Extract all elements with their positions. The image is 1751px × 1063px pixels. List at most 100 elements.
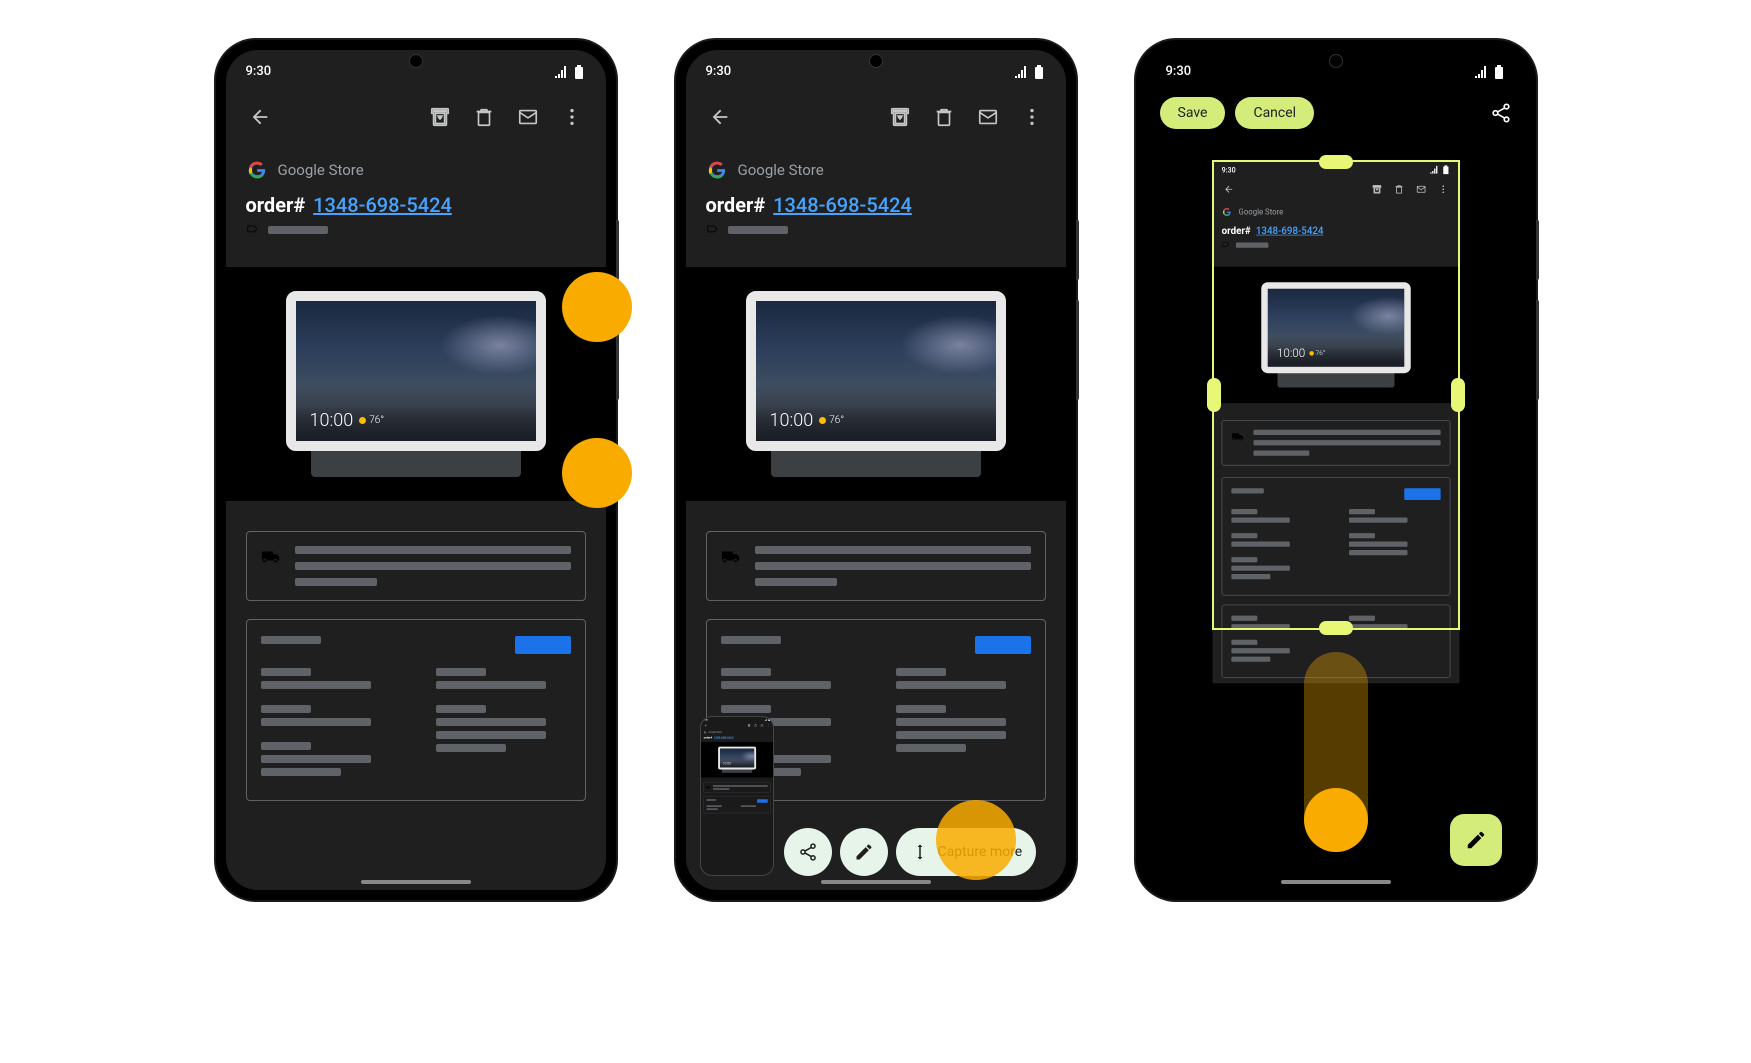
nest-hub-time: 10:00 xyxy=(770,410,814,431)
signal-icon xyxy=(1014,65,1028,79)
sender-name: Google Store xyxy=(278,161,364,179)
nest-hub-temp: 76° xyxy=(829,415,844,426)
skel-line xyxy=(261,668,311,676)
edit-screenshot-button[interactable] xyxy=(840,828,888,876)
sender-row: Google Store xyxy=(246,159,586,181)
status-time: 9:30 xyxy=(1166,64,1192,79)
app-bar xyxy=(226,87,606,147)
drag-gesture-thumb xyxy=(1304,788,1368,852)
order-number-link[interactable]: 1348-698-5424 xyxy=(313,193,452,217)
shipping-card xyxy=(706,531,1046,601)
edit-fab[interactable] xyxy=(1450,814,1502,866)
status-time: 9:30 xyxy=(706,64,732,79)
details-card xyxy=(246,619,586,801)
share-icon[interactable] xyxy=(1490,102,1512,124)
screenshot-thumbnail[interactable]: 9:30 Google Storeorder#1348-698-5424 10:… xyxy=(700,716,774,876)
delete-button[interactable] xyxy=(466,99,502,135)
cancel-button[interactable]: Cancel xyxy=(1235,97,1314,129)
app-bar xyxy=(686,87,1066,147)
skel-line xyxy=(436,744,506,752)
archive-button[interactable] xyxy=(882,99,918,135)
mail-button[interactable] xyxy=(510,99,546,135)
subject-row: order# 1348-698-5424 xyxy=(246,193,586,217)
order-number-link[interactable]: 1348-698-5424 xyxy=(773,193,912,217)
skel-line xyxy=(436,681,546,689)
nav-bar[interactable] xyxy=(1281,880,1391,884)
label-icon xyxy=(246,223,260,237)
skel-line xyxy=(295,562,571,570)
back-button[interactable] xyxy=(242,99,278,135)
skel-line xyxy=(261,636,321,644)
email-content: Google Store order# 1348-698-5424 xyxy=(226,147,606,267)
skel-line xyxy=(261,718,371,726)
battery-icon xyxy=(572,65,586,79)
drag-gesture-track xyxy=(1304,652,1368,852)
truck-icon xyxy=(721,548,741,564)
crop-canvas: 9:30 Google Storeorder#1348-698-5424 10:… xyxy=(1146,140,1526,890)
skel-line xyxy=(295,578,378,586)
skel-line xyxy=(261,768,341,776)
nest-hub-temp: 76° xyxy=(369,415,384,426)
label-placeholder xyxy=(268,226,328,234)
delete-button[interactable] xyxy=(926,99,962,135)
camera-cutout xyxy=(1329,54,1343,68)
label-placeholder xyxy=(728,226,788,234)
order-prefix: order# xyxy=(706,193,766,217)
screen-3: 9:30 Save Cancel 9:30 Google Storeorder#… xyxy=(1146,50,1526,890)
sender-name: Google Store xyxy=(738,161,824,179)
skel-line xyxy=(261,742,311,750)
mail-button[interactable] xyxy=(970,99,1006,135)
status-icons xyxy=(1014,65,1046,79)
label-row xyxy=(246,223,586,237)
action-button[interactable] xyxy=(975,636,1031,654)
share-screenshot-button[interactable] xyxy=(784,828,832,876)
touch-indicator-power xyxy=(562,438,632,508)
phone-frame-3: 9:30 Save Cancel 9:30 Google Storeorder#… xyxy=(1136,40,1536,900)
back-button[interactable] xyxy=(702,99,738,135)
product-image-area: 10:00 76° xyxy=(686,267,1066,501)
email-content: Google Store order# 1348-698-5424 xyxy=(686,147,1066,267)
screen-1: 9:30 Google Store order# 1348-698-5424 xyxy=(226,50,606,890)
label-icon xyxy=(706,223,720,237)
signal-icon xyxy=(1474,65,1488,79)
order-prefix: order# xyxy=(246,193,306,217)
truck-icon xyxy=(261,548,281,564)
nest-hub-time: 10:00 xyxy=(310,410,354,431)
save-button[interactable]: Save xyxy=(1160,97,1226,129)
skel-line xyxy=(261,705,311,713)
battery-icon xyxy=(1032,65,1046,79)
phone-frame-1: 9:30 Google Store order# 1348-698-5424 xyxy=(216,40,616,900)
phone-frame-2: 9:30 Google Store order# 1348-698-5424 10… xyxy=(676,40,1076,900)
skel-line xyxy=(436,731,546,739)
skel-line xyxy=(261,755,371,763)
skel-line xyxy=(436,718,546,726)
touch-indicator-capture-more xyxy=(936,800,1016,880)
camera-cutout xyxy=(409,54,423,68)
nest-hub-device: 10:00 76° xyxy=(286,291,546,477)
archive-button[interactable] xyxy=(422,99,458,135)
google-logo-icon xyxy=(246,159,268,181)
more-button[interactable] xyxy=(554,99,590,135)
shipping-card xyxy=(246,531,586,601)
nav-bar[interactable] xyxy=(821,880,931,884)
google-logo-icon xyxy=(706,159,728,181)
skel-line xyxy=(261,681,371,689)
touch-indicator-volume xyxy=(562,272,632,342)
nest-hub-clock: 10:00 76° xyxy=(310,410,385,431)
status-time: 9:30 xyxy=(246,64,272,79)
status-icons xyxy=(1474,65,1506,79)
nest-hub-screen: 10:00 76° xyxy=(286,291,546,451)
more-button[interactable] xyxy=(1014,99,1050,135)
skel-line xyxy=(436,668,486,676)
action-button[interactable] xyxy=(515,636,571,654)
battery-icon xyxy=(1492,65,1506,79)
screen-2: 9:30 Google Store order# 1348-698-5424 10… xyxy=(686,50,1066,890)
signal-icon xyxy=(554,65,568,79)
crop-scroll[interactable]: 9:30 Google Storeorder#1348-698-5424 10:… xyxy=(1212,160,1460,890)
skel-line xyxy=(436,705,486,713)
nav-bar[interactable] xyxy=(361,880,471,884)
product-image-area: 10:00 76° xyxy=(226,267,606,501)
crop-toolbar: Save Cancel xyxy=(1146,87,1526,139)
nest-hub-base xyxy=(311,447,521,477)
status-icons xyxy=(554,65,586,79)
